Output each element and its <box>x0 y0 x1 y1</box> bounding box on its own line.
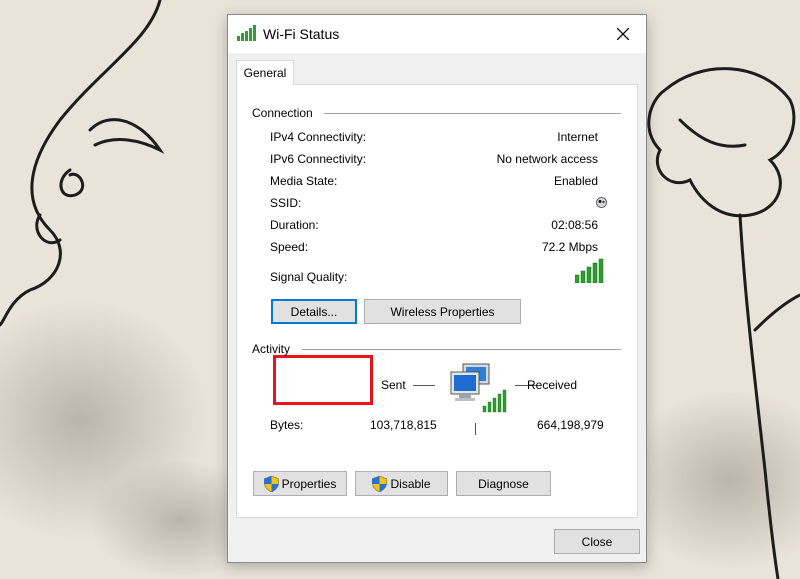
ssid-emoji-icon <box>596 197 607 208</box>
close-icon <box>617 28 629 40</box>
connection-heading: Connection <box>252 106 313 120</box>
ipv6-connectivity-value: No network access <box>496 152 598 166</box>
details-button-highlight <box>273 355 373 405</box>
activity-heading: Activity <box>252 342 291 356</box>
ssid-label: SSID: <box>270 196 302 210</box>
wifi-status-dialog: Wi-Fi Status General Connection IPv4 Con… <box>227 14 647 563</box>
general-tab-panel: Connection IPv4 Connectivity: Internet I… <box>236 84 638 518</box>
window-close-button[interactable] <box>600 15 646 53</box>
diagnose-button[interactable]: Diagnose <box>456 471 551 496</box>
bytes-label: Bytes: <box>270 418 304 432</box>
wireless-properties-button[interactable]: Wireless Properties <box>364 299 521 324</box>
uac-shield-icon <box>263 475 279 492</box>
wifi-signal-icon <box>237 25 256 41</box>
activity-divider <box>302 349 621 350</box>
speed-value: 72.2 Mbps <box>541 240 598 254</box>
properties-button[interactable]: Properties <box>253 471 347 496</box>
ipv4-connectivity-label: IPv4 Connectivity: <box>270 130 367 144</box>
network-computers-icon <box>450 363 507 413</box>
speed-label: Speed: <box>270 240 309 254</box>
connection-divider <box>324 113 621 114</box>
media-state-label: Media State: <box>270 174 338 188</box>
ipv6-connectivity-label: IPv6 Connectivity: <box>270 152 367 166</box>
sent-label: Sent <box>381 378 406 392</box>
signal-quality-bars-icon <box>575 258 604 283</box>
close-button[interactable]: Close <box>554 529 640 554</box>
signal-quality-label: Signal Quality: <box>270 270 348 284</box>
media-state-value: Enabled <box>553 174 598 188</box>
disable-button-label: Disable <box>390 476 431 491</box>
window-title: Wi-Fi Status <box>263 26 340 42</box>
sent-line <box>413 385 435 386</box>
bytes-separator <box>475 423 476 435</box>
duration-label: Duration: <box>270 218 319 232</box>
disable-button[interactable]: Disable <box>355 471 448 496</box>
details-button[interactable]: Details... <box>271 299 357 324</box>
properties-button-label: Properties <box>281 476 337 491</box>
received-label: Received <box>527 378 578 392</box>
bytes-sent-value: 103,718,815 <box>370 418 437 432</box>
ipv4-connectivity-value: Internet <box>557 130 598 144</box>
uac-shield-icon <box>372 475 388 492</box>
bytes-received-value: 664,198,979 <box>537 418 604 432</box>
duration-value: 02:08:56 <box>551 218 598 232</box>
tab-general[interactable]: General <box>236 60 294 85</box>
title-bar: Wi-Fi Status <box>228 15 646 53</box>
